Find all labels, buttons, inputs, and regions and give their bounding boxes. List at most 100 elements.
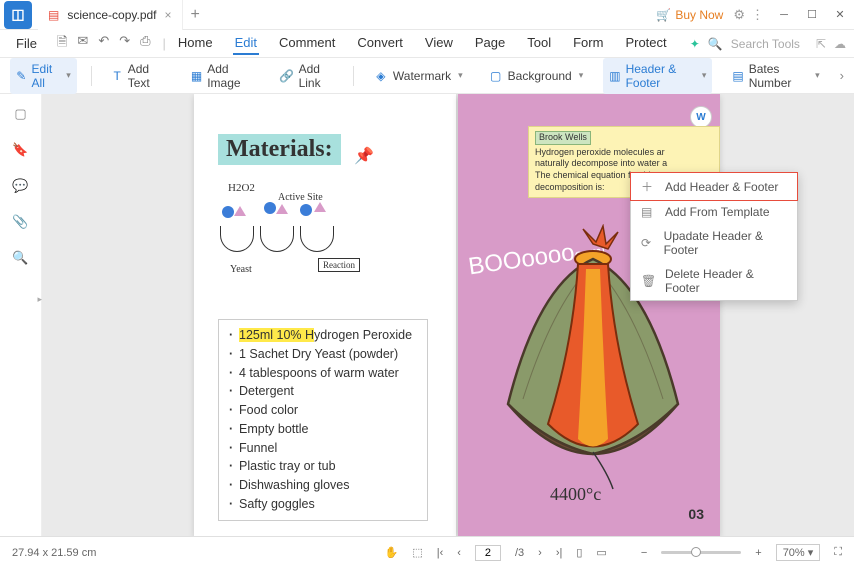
canvas[interactable]: Materials: 📌 H2O2 Active Site Yeast Reac… [42,94,854,536]
buy-now-label: Buy Now [675,8,723,22]
bates-button[interactable]: ▤ Bates Number ▾ [726,58,825,94]
toolbar-scroll-right[interactable]: › [840,68,844,83]
fit-page-icon[interactable]: ▯ [576,546,582,559]
hand-tool-icon[interactable]: ✋ [385,546,399,559]
search-icon: 🔍 [708,37,723,51]
tab-page[interactable]: Page [473,32,507,55]
toolbar: ✎ Edit All ▾ T Add Text ▦ Add Image 🔗 Ad… [0,58,854,94]
image-icon: ▦ [191,69,202,83]
undo-icon[interactable]: ↶ [98,33,109,55]
thumbnails-icon[interactable]: ▢ [14,106,26,122]
dd-delete-header-footer[interactable]: 🗑 Delete Header & Footer [631,262,797,300]
page-number: 03 [688,506,704,522]
zoom-percent[interactable]: 70% ▾ [776,544,821,561]
cloud-icon[interactable]: ☁ [834,37,846,51]
close-icon[interactable]: × [165,8,172,22]
header-footer-icon: ▥ [609,69,620,83]
close-button[interactable]: ✕ [826,0,854,30]
add-image-button[interactable]: ▦ Add Image [185,58,260,94]
search-icon[interactable]: 🔍 [12,250,28,266]
yeast-label: Yeast [230,264,252,275]
dd-label: Add From Template [665,205,770,219]
header-footer-dropdown: ＋ Add Header & Footer ▤ Add From Templat… [630,172,798,301]
search-input[interactable]: Search Tools [731,37,800,51]
zoom-in-icon[interactable]: + [755,547,761,559]
next-page-icon[interactable]: › [538,547,542,559]
tab-home[interactable]: Home [176,32,215,55]
page-input[interactable] [475,545,501,561]
page-total: /3 [515,547,524,559]
buy-now-link[interactable]: 🛒 Buy Now [656,8,723,22]
zoom-slider[interactable] [661,551,741,554]
dd-update-header-footer[interactable]: ⟳ Upadate Header & Footer [631,224,797,262]
file-menu[interactable]: File [8,33,45,54]
wand-icon[interactable]: ✦ [690,37,700,51]
mail-icon[interactable]: ✉ [77,33,88,55]
dd-add-header-footer[interactable]: ＋ Add Header & Footer [630,172,798,201]
tab-view[interactable]: View [423,32,455,55]
tab-form[interactable]: Form [571,32,605,55]
list-item: Detergent [229,382,417,401]
add-link-button[interactable]: 🔗 Add Link [274,58,340,94]
print-icon[interactable]: ⎙ [140,33,150,55]
tab-edit[interactable]: Edit [233,32,259,55]
fit-width-icon[interactable]: ▭ [596,546,606,559]
first-page-icon[interactable]: |‹ [437,547,444,559]
chevron-down-icon: ▾ [702,70,707,81]
tab-protect[interactable]: Protect [623,32,668,55]
list-item: Safty goggles [229,495,417,514]
user-icon[interactable]: ⚙ [733,7,745,23]
header-footer-label: Header & Footer [626,62,695,90]
tab-title: science-copy.pdf [67,8,156,22]
save-icon[interactable]: 🗎 [57,33,67,55]
add-image-label: Add Image [207,62,253,90]
app-icon: ◫ [4,1,32,29]
list-item: Empty bottle [229,420,417,439]
maximize-button[interactable]: ☐ [798,0,826,30]
share-icon[interactable]: ⇱ [816,37,826,51]
link-icon: 🔗 [280,69,294,83]
tab-tool[interactable]: Tool [525,32,553,55]
dd-add-from-template[interactable]: ▤ Add From Template [631,200,797,224]
watermark-label: Watermark [393,69,451,83]
add-text-button[interactable]: T Add Text [106,58,171,94]
fullscreen-icon[interactable]: ⛶ [834,546,842,559]
menu-tabs: Home Edit Comment Convert View Page Tool… [176,32,669,55]
menubar: File 🗎 ✉ ↶ ↷ ⎙ | Home Edit Comment Conve… [0,30,854,58]
document-tab[interactable]: ▤ science-copy.pdf × [38,0,183,30]
background-icon: ▢ [489,69,503,83]
watermark-icon: ◈ [374,69,388,83]
kebab-icon[interactable]: ⋮ [751,7,764,23]
page-right: W Brook Wells Hydrogen peroxide molecule… [458,94,720,536]
edit-all-button[interactable]: ✎ Edit All ▾ [10,58,77,94]
watermark-button[interactable]: ◈ Watermark ▾ [368,65,469,87]
zoom-out-icon[interactable]: − [641,547,647,559]
dd-label: Delete Header & Footer [665,267,787,295]
minimize-button[interactable]: ─ [770,0,798,30]
highlight: 125ml 10% H [239,328,314,342]
redo-icon[interactable]: ↷ [119,33,130,55]
word-badge-icon[interactable]: W [690,106,712,128]
h2o2-label: H2O2 [228,182,255,194]
comments-icon[interactable]: 💬 [12,178,28,194]
background-button[interactable]: ▢ Background ▾ [483,65,590,87]
list-item: Funnel [229,439,417,458]
reaction-label: Reaction [318,258,360,272]
header-footer-button[interactable]: ▥ Header & Footer ▾ [603,58,712,94]
list-item: Plastic tray or tub [229,457,417,476]
last-page-icon[interactable]: ›| [556,547,563,559]
left-rail: ▢ 🔖 💬 📎 🔍 ▸ [0,94,42,536]
bates-icon: ▤ [732,69,743,83]
background-label: Background [508,69,572,83]
temperature-label: 4400°c [550,484,601,505]
prev-page-icon[interactable]: ‹ [457,547,461,559]
tab-comment[interactable]: Comment [277,32,337,55]
tab-convert[interactable]: Convert [355,32,405,55]
materials-list: 125ml 10% Hydrogen Peroxide 1 Sachet Dry… [218,319,428,521]
select-tool-icon[interactable]: ⬚ [412,546,422,559]
attachments-icon[interactable]: 📎 [12,214,28,230]
titlebar: ◫ ▤ science-copy.pdf × + 🛒 Buy Now ⚙ ⋮ ─… [0,0,854,30]
add-tab-button[interactable]: + [183,6,208,24]
chevron-down-icon: ▾ [66,70,71,81]
bookmarks-icon[interactable]: 🔖 [12,142,28,158]
